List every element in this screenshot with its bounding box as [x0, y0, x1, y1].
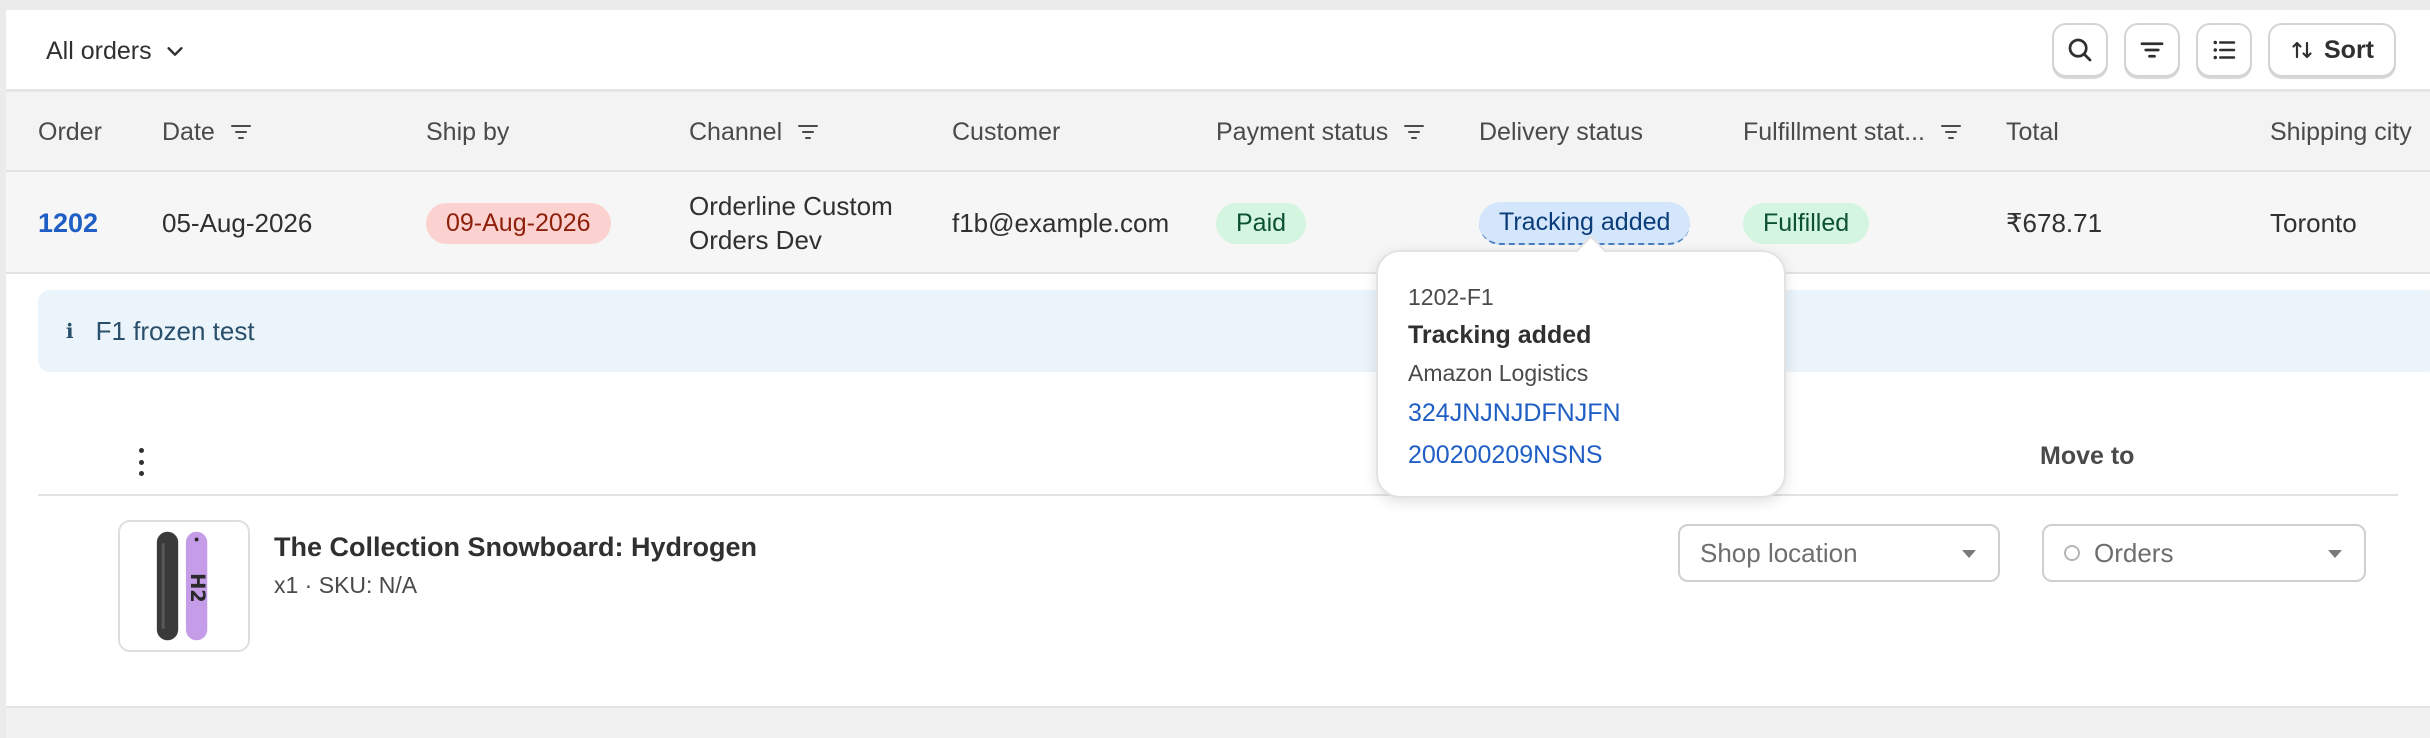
- filter-icon: [2140, 42, 2164, 58]
- columns-button[interactable]: [2196, 23, 2252, 77]
- fulfillment-status-badge: Fulfilled: [1743, 202, 1870, 244]
- tracking-number-link[interactable]: 324JNJNJDFNJFN: [1408, 392, 1754, 434]
- order-date: 05-Aug-2026: [162, 207, 313, 238]
- carrier-name: Amazon Logistics: [1408, 360, 1589, 386]
- divider: [38, 494, 2398, 496]
- column-header-payment-status[interactable]: Payment status: [1216, 92, 1426, 172]
- column-header-customer[interactable]: Customer: [952, 92, 1060, 172]
- sort-icon: [2292, 41, 2312, 59]
- payment-status-badge: Paid: [1216, 202, 1307, 244]
- chevron-down-icon: [166, 47, 183, 56]
- ship-by-badge: 09-Aug-2026: [426, 202, 611, 244]
- filter-icon[interactable]: [796, 120, 820, 144]
- tracking-status-title: Tracking added: [1408, 321, 1592, 349]
- filter-button[interactable]: [2124, 23, 2180, 77]
- order-note-banner: ℹ F1 frozen test: [38, 290, 2430, 372]
- channel-cell: Orderline Custom Orders Dev: [689, 172, 939, 274]
- status-dot-icon: [2064, 545, 2080, 561]
- more-actions-icon[interactable]: [134, 442, 148, 482]
- next-row-edge: [6, 706, 2430, 738]
- product-name[interactable]: The Collection Snowboard: Hydrogen: [274, 532, 757, 563]
- customer-email: f1b@example.com: [952, 207, 1170, 238]
- column-header-order[interactable]: Order: [38, 92, 102, 172]
- tracking-popover: 1202-F1 Tracking added Amazon Logistics …: [1376, 250, 1786, 498]
- column-header-total[interactable]: Total: [2006, 92, 2059, 172]
- column-header-channel[interactable]: Channel: [689, 92, 820, 172]
- snowboard-image: H2: [156, 531, 209, 641]
- location-select-value: Shop location: [1700, 537, 1858, 568]
- filter-icon[interactable]: [1939, 120, 1963, 144]
- move-to-select[interactable]: Orders: [2042, 524, 2366, 582]
- shipping-city: Toronto: [2270, 207, 2357, 238]
- orders-panel: All orders Sort Order Date Ship by Chann…: [6, 10, 2430, 738]
- table-row[interactable]: 1202 05-Aug-2026 09-Aug-2026 Orderline C…: [6, 172, 2430, 274]
- caret-down-icon: [1962, 550, 1976, 558]
- product-thumbnail: H2: [118, 520, 250, 652]
- orders-toolbar: All orders Sort: [6, 10, 2430, 92]
- column-header-fulfillment-status[interactable]: Fulfillment stat...: [1743, 92, 1963, 172]
- view-selector-label: All orders: [46, 36, 152, 65]
- sort-label: Sort: [2324, 35, 2374, 64]
- info-icon: ℹ: [66, 320, 74, 343]
- column-header-date[interactable]: Date: [162, 92, 253, 172]
- filter-icon[interactable]: [1402, 120, 1426, 144]
- tracking-number-link[interactable]: 200200209NSNS: [1408, 434, 1754, 476]
- column-header-delivery-status[interactable]: Delivery status: [1479, 92, 1643, 172]
- view-selector[interactable]: All orders: [46, 32, 186, 70]
- sort-button[interactable]: Sort: [2268, 23, 2396, 77]
- move-to-select-value: Orders: [2094, 537, 2174, 568]
- table-header: Order Date Ship by Channel Customer Paym…: [6, 92, 2430, 172]
- move-to-label: Move to: [2040, 442, 2135, 470]
- delivery-status-badge[interactable]: Tracking added: [1479, 201, 1691, 245]
- search-button[interactable]: [2052, 23, 2108, 77]
- payment-status-cell: Paid: [1216, 172, 1307, 274]
- fulfillment-id: 1202-F1: [1408, 284, 1494, 310]
- caret-down-icon: [2328, 550, 2342, 558]
- column-header-ship-by[interactable]: Ship by: [426, 92, 509, 172]
- filter-icon[interactable]: [229, 120, 253, 144]
- list-icon: [2213, 40, 2236, 60]
- channel-name: Orderline Custom Orders Dev: [689, 191, 893, 255]
- svg-text:H2: H2: [186, 573, 209, 603]
- product-meta: x1 · SKU: N/A: [274, 572, 418, 598]
- location-select[interactable]: Shop location: [1678, 524, 2000, 582]
- search-icon: [2068, 38, 2092, 62]
- order-total: ₹678.71: [2006, 207, 2103, 238]
- order-number-link[interactable]: 1202: [38, 172, 98, 274]
- column-header-shipping-city[interactable]: Shipping city: [2270, 92, 2412, 172]
- order-note-text: F1 frozen test: [95, 315, 255, 346]
- ship-by-cell: 09-Aug-2026: [426, 172, 611, 274]
